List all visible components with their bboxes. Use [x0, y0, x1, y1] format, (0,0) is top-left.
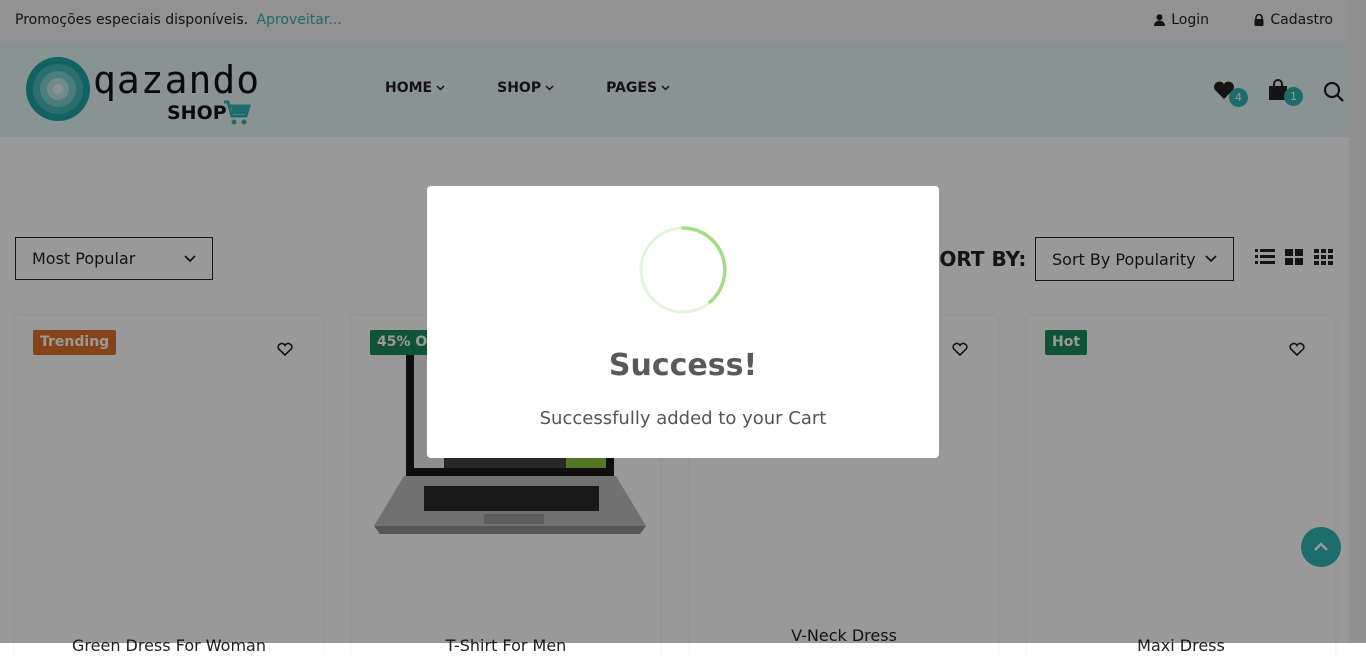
success-dialog: Success! Successfully added to your Cart [427, 186, 939, 458]
success-spinner-icon [639, 226, 727, 314]
dialog-title: Success! [608, 348, 758, 383]
dialog-message: Successfully added to your Cart [539, 408, 827, 429]
